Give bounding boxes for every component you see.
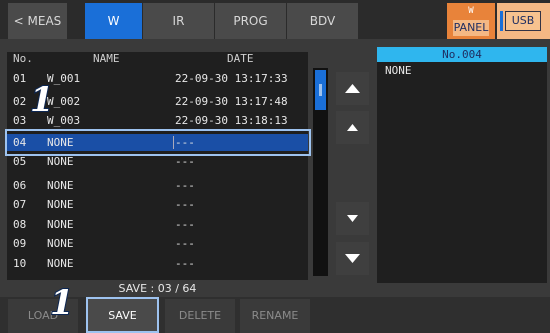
panel-w-label: W [468,6,474,16]
row-no: 06 [13,179,27,192]
header-date: DATE [227,52,254,65]
row-no: 05 [13,156,27,168]
detail-value: NONE [385,64,412,77]
page-up-button[interactable] [336,72,369,105]
detail-title: No.004 [377,47,547,62]
row-no: 01 [13,72,27,85]
tab-prog[interactable]: PROG [215,3,287,39]
tab-ir[interactable]: IR [143,3,215,39]
scrollbar-thumb[interactable] [315,70,326,110]
tab-bdv[interactable]: BDV [287,3,359,39]
row-date: --- [175,257,195,270]
row-date: --- [175,179,195,192]
table-row[interactable]: 10 NONE --- [7,255,308,272]
row-name: NONE [47,198,74,211]
table-scrollbar[interactable] [313,68,328,276]
tab-w[interactable]: W [85,3,143,39]
triangle-down-icon [345,254,360,263]
row-date: --- [175,156,195,168]
callout-number: 1 [29,79,55,121]
triangle-up-small-icon [347,124,358,131]
page-down-button[interactable] [336,242,369,275]
row-name: NONE [47,218,74,231]
tab-meas[interactable]: < MEAS [8,3,68,39]
row-date: --- [175,218,195,231]
row-date: 22-09-30 13:18:13 [175,114,288,127]
triangle-down-small-icon [347,215,358,222]
usb-label: USB [505,11,541,31]
delete-button[interactable]: DELETE [165,299,235,333]
row-no: 09 [13,237,27,250]
row-no: 07 [13,198,27,211]
header-no: No. [13,52,33,65]
table-row[interactable]: 06 NONE --- [7,177,308,194]
selection-highlight-frame [5,129,311,156]
triangle-up-icon [345,84,360,93]
panel-label: PANEL [453,20,489,36]
row-date: --- [175,237,195,250]
row-no: 08 [13,218,27,231]
row-name: NONE [47,156,74,168]
scroll-down-button[interactable] [336,202,369,235]
row-no: 03 [13,114,27,127]
table-row[interactable]: 07 NONE --- [7,196,308,213]
usb-button[interactable]: USB [497,3,550,39]
table-row[interactable]: 08 NONE --- [7,216,308,233]
row-name: NONE [47,179,74,192]
table-row[interactable]: 05 NONE --- [7,156,308,168]
table-row[interactable]: 09 NONE --- [7,235,308,252]
table-header: No. NAME DATE [7,52,308,66]
row-date: 22-09-30 13:17:33 [175,72,288,85]
row-no: 02 [13,95,27,108]
scroll-up-button[interactable] [336,111,369,144]
callout-number: 1 [49,282,75,324]
usb-indicator [500,11,503,31]
row-date: 22-09-30 13:17:48 [175,95,288,108]
row-name: NONE [47,257,74,270]
detail-panel: No.004 NONE [377,47,547,283]
row-no: 10 [13,257,27,270]
row-name: NONE [47,237,74,250]
save-highlight-frame [86,297,159,333]
row-date: --- [175,198,195,211]
header-name: NAME [93,52,120,65]
rename-button[interactable]: RENAME [240,299,310,333]
panel-button[interactable]: W PANEL [447,3,495,39]
